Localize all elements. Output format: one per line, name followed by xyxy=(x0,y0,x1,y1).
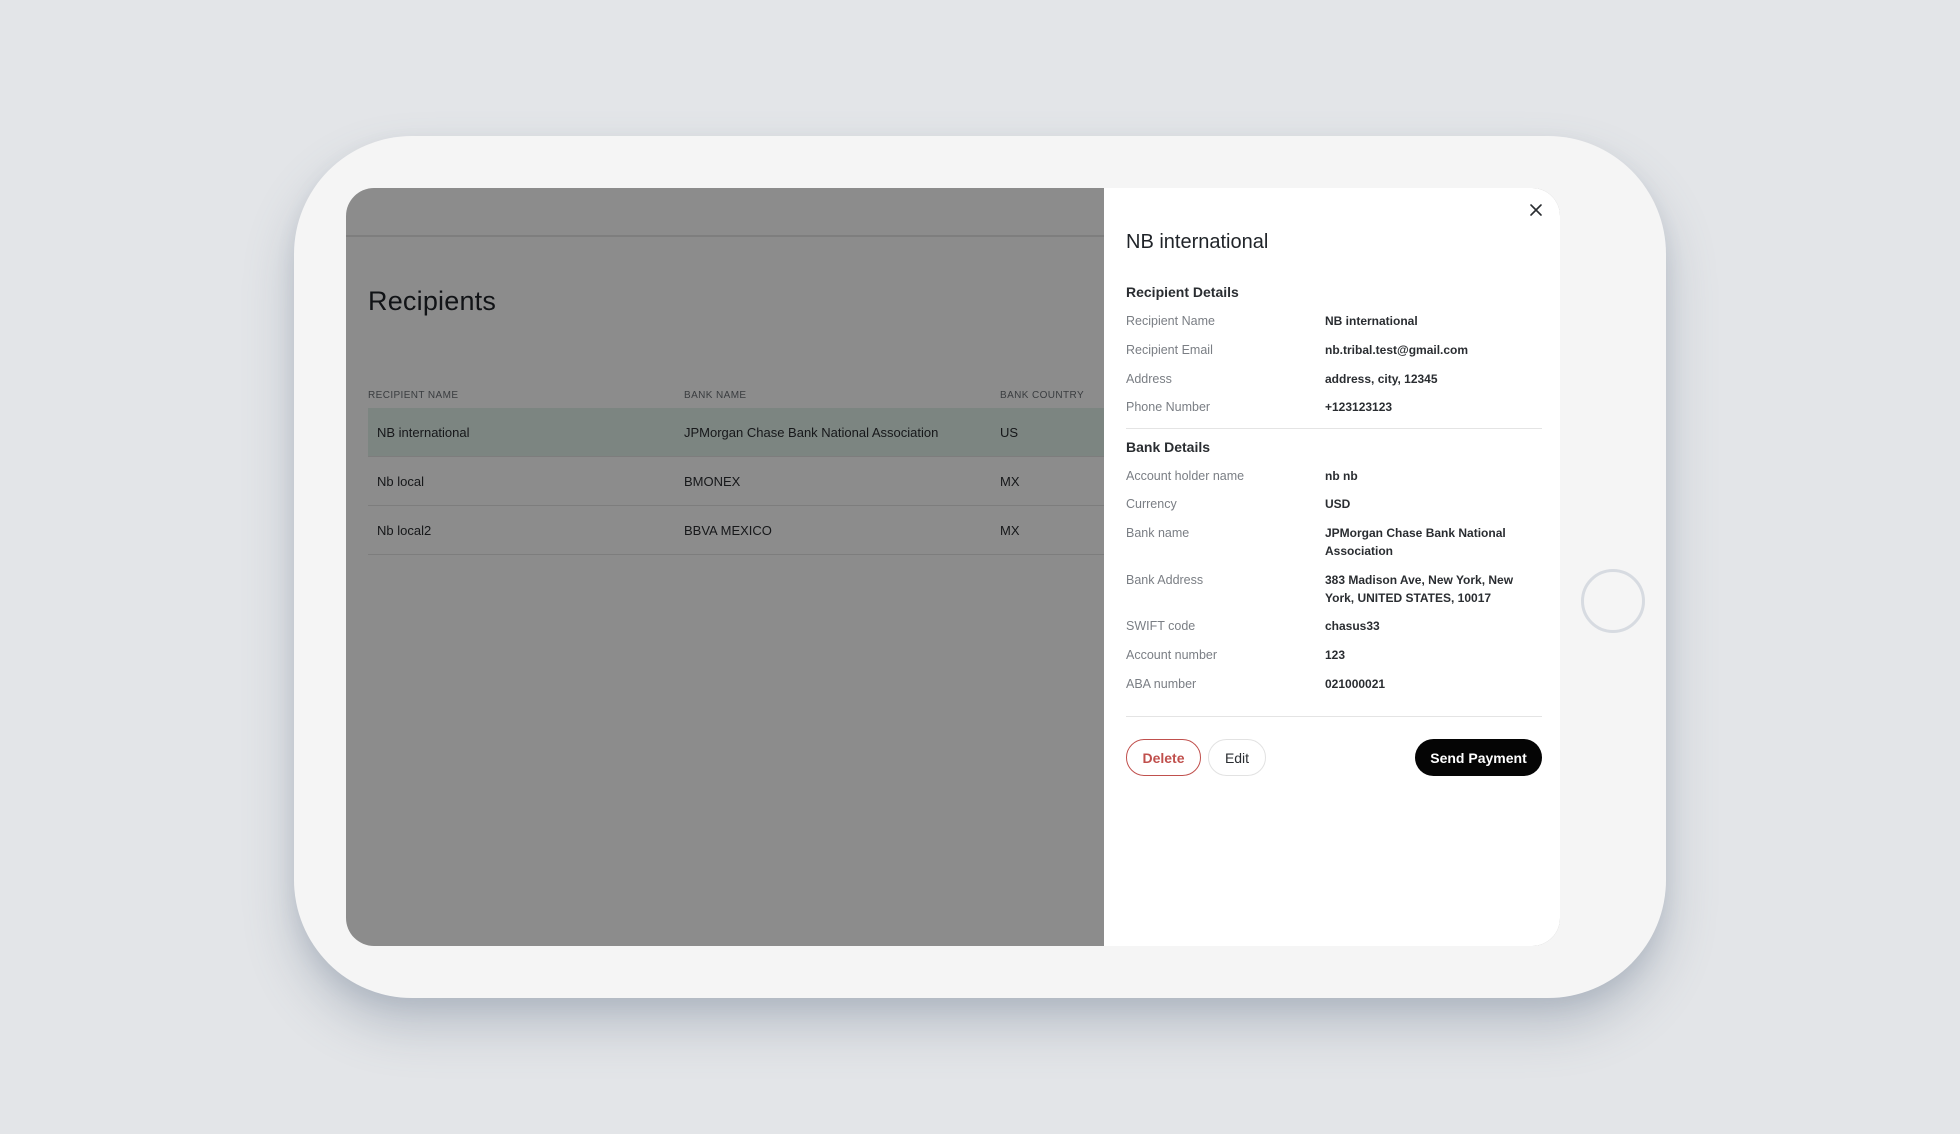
section-divider xyxy=(1126,716,1542,717)
detail-value: chasus33 xyxy=(1325,619,1380,633)
detail-label: Account number xyxy=(1126,648,1218,662)
delete-button[interactable]: Delete xyxy=(1126,739,1201,776)
detail-label: Recipient Email xyxy=(1126,343,1213,357)
bank-details-heading: Bank Details xyxy=(1126,439,1211,455)
home-button[interactable] xyxy=(1581,569,1645,633)
close-button[interactable] xyxy=(1524,198,1548,222)
tablet-screen: Recipients RECIPIENT NAME BANK NAME BANK… xyxy=(346,188,1560,946)
detail-label: ABA number xyxy=(1126,677,1197,691)
detail-value: nb.tribal.test@gmail.com xyxy=(1325,343,1469,357)
section-divider xyxy=(1126,428,1542,429)
detail-value: 021000021 xyxy=(1325,677,1386,691)
detail-label: Recipient Name xyxy=(1126,314,1215,328)
detail-value: nb nb xyxy=(1325,469,1358,483)
recipient-details-heading: Recipient Details xyxy=(1126,284,1239,300)
detail-value: 123 xyxy=(1325,648,1346,662)
edit-button[interactable]: Edit xyxy=(1208,739,1266,776)
detail-label: Account holder name xyxy=(1126,469,1245,483)
detail-label: SWIFT code xyxy=(1126,619,1196,633)
recipient-detail-drawer: NB international Recipient Details Recip… xyxy=(1104,188,1560,946)
detail-label: Currency xyxy=(1126,497,1177,511)
detail-label: Bank name xyxy=(1126,526,1190,540)
detail-value: USD xyxy=(1325,497,1351,511)
detail-value: NB international xyxy=(1325,314,1418,328)
close-icon xyxy=(1530,204,1542,216)
detail-label: Bank Address xyxy=(1126,573,1204,587)
detail-value: +123123123 xyxy=(1325,400,1393,414)
send-payment-button[interactable]: Send Payment xyxy=(1415,739,1542,776)
detail-value: 383 Madison Ave, New York, New York, UNI… xyxy=(1325,573,1514,605)
detail-label: Address xyxy=(1126,372,1172,386)
detail-value: JPMorgan Chase Bank National Association xyxy=(1325,526,1506,558)
drawer-title: NB international xyxy=(1126,231,1269,253)
detail-value: address, city, 12345 xyxy=(1325,372,1438,386)
detail-label: Phone Number xyxy=(1126,400,1211,414)
